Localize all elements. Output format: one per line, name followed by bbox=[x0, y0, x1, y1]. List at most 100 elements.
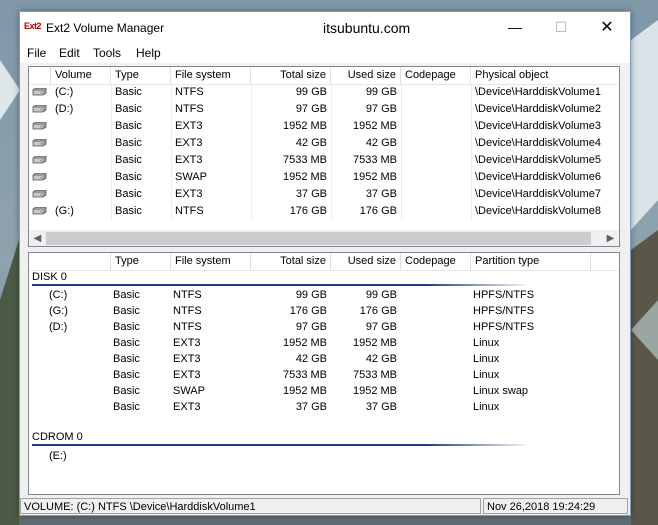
cell-physical-object: \Device\HarddiskVolume1 bbox=[475, 86, 601, 98]
menu-edit[interactable]: Edit bbox=[59, 46, 80, 60]
cell-type: Basic bbox=[115, 171, 142, 183]
maximize-button[interactable]: ☐ bbox=[538, 12, 584, 43]
cell-used-size: 37 GB bbox=[365, 401, 397, 413]
cdrom-0-label[interactable]: CDROM 0 bbox=[32, 431, 83, 443]
cell-codepage bbox=[401, 152, 471, 169]
cell-used-size: 99 GB bbox=[365, 86, 397, 98]
status-volume-info: VOLUME: (C:) NTFS \Device\HarddiskVolume… bbox=[20, 498, 481, 514]
column-header-file-system[interactable]: File system bbox=[171, 253, 251, 270]
column-header-codepage[interactable]: Codepage bbox=[401, 253, 471, 270]
cell-partition-type: HPFS/NTFS bbox=[473, 289, 535, 301]
cell-total-size: 42 GB bbox=[295, 353, 327, 365]
cdrom-volume[interactable]: (E:) bbox=[49, 448, 67, 464]
cell-type: Basic bbox=[113, 321, 140, 333]
volume-row[interactable]: (C:) Basic NTFS 99 GB 99 GB \Device\HarddiskV… bbox=[29, 84, 619, 101]
column-header-volume[interactable]: Volume bbox=[51, 67, 111, 84]
cell-physical-object: \Device\HarddiskVolume5 bbox=[475, 154, 601, 166]
partition-row[interactable]: Basic EXT3 7533 MB 7533 MB Linux bbox=[29, 367, 619, 383]
scrollbar-thumb[interactable] bbox=[46, 232, 591, 245]
hard-drive-icon bbox=[32, 88, 47, 96]
cell-physical-object: \Device\HarddiskVolume3 bbox=[475, 120, 601, 132]
partition-row[interactable]: Basic SWAP 1952 MB 1952 MB Linux swap bbox=[29, 383, 619, 399]
cell-file-system: EXT3 bbox=[173, 401, 201, 413]
cell-file-system: EXT3 bbox=[173, 337, 201, 349]
cell-file-system: EXT3 bbox=[175, 120, 203, 132]
volume-row[interactable]: Basic EXT3 7533 MB 7533 MB \Device\HarddiskV… bbox=[29, 152, 619, 169]
volume-row[interactable]: Basic SWAP 1952 MB 1952 MB \Device\HarddiskV… bbox=[29, 169, 619, 186]
column-header-type[interactable]: Type bbox=[111, 67, 171, 84]
menu-bar: File Edit Tools Help bbox=[20, 43, 630, 63]
cell-partition-type: Linux bbox=[473, 369, 500, 381]
cell-total-size: 42 GB bbox=[295, 137, 327, 149]
cell-used-size: 99 GB bbox=[365, 289, 397, 301]
hard-drive-icon bbox=[32, 139, 47, 147]
menu-file[interactable]: File bbox=[27, 46, 46, 60]
cell-file-system: EXT3 bbox=[175, 188, 203, 200]
cell-partition-type: Linux bbox=[473, 337, 500, 349]
cell-volume bbox=[51, 152, 111, 169]
volume-list[interactable]: Volume Type File system Total size Used … bbox=[28, 66, 620, 247]
menu-tools[interactable]: Tools bbox=[93, 46, 121, 60]
scroll-left-icon[interactable]: ◀ bbox=[29, 230, 46, 246]
scroll-right-icon[interactable]: ▶ bbox=[602, 230, 619, 246]
cell-used-size: 1952 MB bbox=[352, 385, 397, 397]
hard-drive-icon bbox=[32, 156, 47, 164]
column-header-total-size[interactable]: Total size bbox=[251, 253, 331, 270]
cell-volume bbox=[49, 367, 109, 383]
partition-row[interactable]: (D:) Basic NTFS 97 GB 97 GB HPFS/NTFS bbox=[29, 319, 619, 335]
cell-file-system: NTFS bbox=[173, 305, 202, 317]
column-header-blank[interactable] bbox=[29, 253, 111, 270]
volume-row[interactable]: Basic EXT3 37 GB 37 GB \Device\HarddiskVolum… bbox=[29, 186, 619, 203]
cell-used-size: 97 GB bbox=[365, 321, 397, 333]
horizontal-scrollbar[interactable]: ◀ ▶ bbox=[29, 230, 619, 246]
column-header-used-size[interactable]: Used size bbox=[331, 67, 401, 84]
title-bar[interactable]: Ext2 Ext2 Volume Manager itsubuntu.com —… bbox=[20, 12, 630, 43]
cell-type: Basic bbox=[115, 120, 142, 132]
cell-volume bbox=[51, 118, 111, 135]
volume-row[interactable]: Basic EXT3 42 GB 42 GB \Device\HarddiskVolum… bbox=[29, 135, 619, 152]
disk-0-label[interactable]: DISK 0 bbox=[32, 271, 67, 283]
hard-drive-icon bbox=[32, 122, 47, 130]
cell-volume bbox=[49, 351, 109, 367]
column-header-type[interactable]: Type bbox=[111, 253, 171, 270]
cell-partition-type: Linux bbox=[473, 401, 500, 413]
cell-file-system: SWAP bbox=[175, 171, 207, 183]
cell-used-size: 1952 MB bbox=[352, 120, 397, 132]
cell-file-system: EXT3 bbox=[175, 154, 203, 166]
cell-type: Basic bbox=[115, 103, 142, 115]
disk-list[interactable]: Type File system Total size Used size Co… bbox=[28, 252, 620, 495]
cell-partition-type: HPFS/NTFS bbox=[473, 305, 535, 317]
cell-total-size: 7533 MB bbox=[282, 154, 327, 166]
volume-row[interactable]: (G:) Basic NTFS 176 GB 176 GB \Device\Harddis… bbox=[29, 203, 619, 220]
column-header-physical-object[interactable]: Physical object bbox=[471, 67, 619, 84]
cell-volume bbox=[51, 169, 111, 186]
cell-used-size: 37 GB bbox=[365, 188, 397, 200]
column-header-partition-type[interactable]: Partition type bbox=[471, 253, 591, 270]
volume-row[interactable]: Basic EXT3 1952 MB 1952 MB \Device\HarddiskV… bbox=[29, 118, 619, 135]
cell-file-system: NTFS bbox=[173, 289, 202, 301]
cell-physical-object: \Device\HarddiskVolume4 bbox=[475, 137, 601, 149]
partition-row[interactable]: (C:) Basic NTFS 99 GB 99 GB HPFS/NTFS bbox=[29, 287, 619, 303]
cell-total-size: 176 GB bbox=[289, 305, 327, 317]
partition-row[interactable]: (G:) Basic NTFS 176 GB 176 GB HPFS/NTFS bbox=[29, 303, 619, 319]
close-button[interactable]: ✕ bbox=[584, 12, 630, 43]
minimize-button[interactable]: — bbox=[492, 12, 538, 43]
cell-physical-object: \Device\HarddiskVolume8 bbox=[475, 205, 601, 217]
cell-total-size: 37 GB bbox=[295, 188, 327, 200]
cell-physical-object: \Device\HarddiskVolume7 bbox=[475, 188, 601, 200]
volume-row[interactable]: (D:) Basic NTFS 97 GB 97 GB \Device\HarddiskV… bbox=[29, 101, 619, 118]
column-header-codepage[interactable]: Codepage bbox=[401, 67, 471, 84]
hard-drive-icon bbox=[32, 173, 47, 181]
partition-row[interactable]: Basic EXT3 37 GB 37 GB Linux bbox=[29, 399, 619, 415]
cell-used-size: 42 GB bbox=[365, 137, 397, 149]
column-header-file-system[interactable]: File system bbox=[171, 67, 251, 84]
partition-row[interactable]: Basic EXT3 42 GB 42 GB Linux bbox=[29, 351, 619, 367]
cell-volume bbox=[49, 335, 109, 351]
cell-codepage bbox=[401, 101, 471, 118]
partition-row[interactable]: Basic EXT3 1952 MB 1952 MB Linux bbox=[29, 335, 619, 351]
column-header-used-size[interactable]: Used size bbox=[331, 253, 401, 270]
menu-help[interactable]: Help bbox=[136, 46, 161, 60]
cell-type: Basic bbox=[115, 137, 142, 149]
column-header-total-size[interactable]: Total size bbox=[251, 67, 331, 84]
cell-total-size: 97 GB bbox=[295, 321, 327, 333]
